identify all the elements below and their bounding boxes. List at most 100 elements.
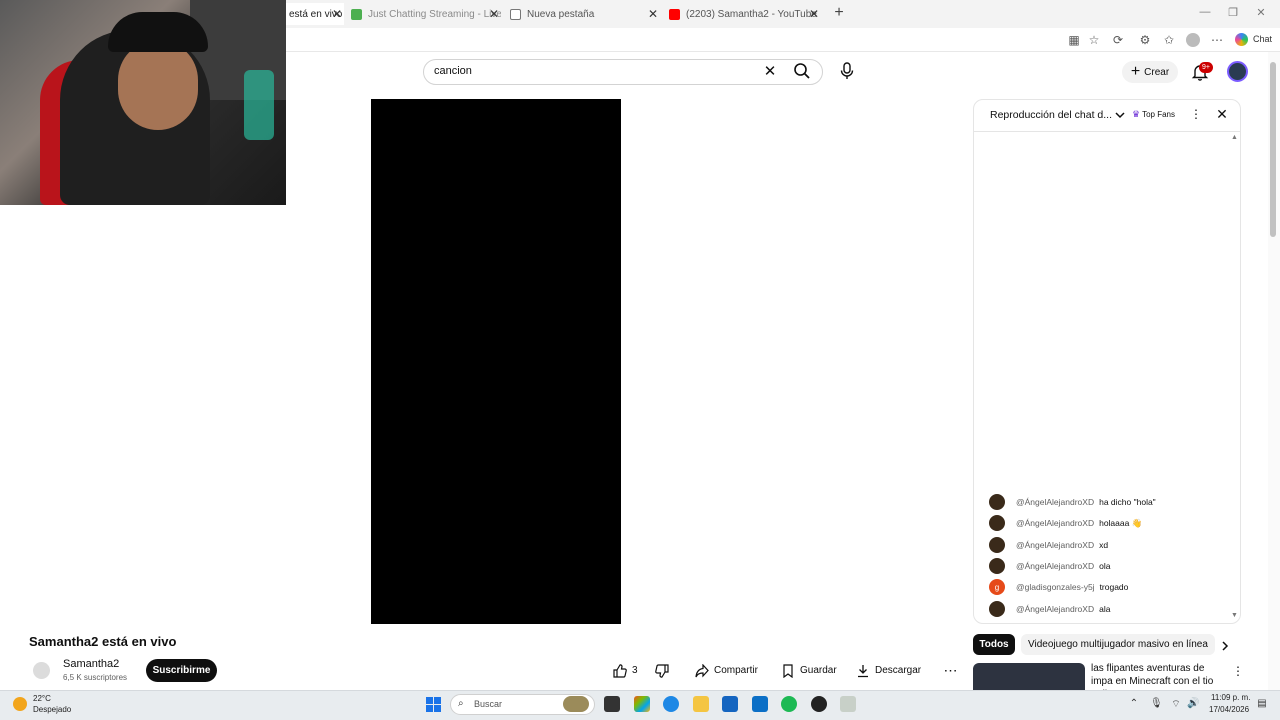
- new-tab-button[interactable]: +: [832, 4, 846, 22]
- chat-author[interactable]: @ÁngelAlejandroXD: [1016, 540, 1094, 550]
- dislike-button[interactable]: [650, 659, 674, 682]
- close-chat-icon[interactable]: ✕: [1214, 106, 1230, 123]
- chat-author-avatar[interactable]: [989, 601, 1005, 617]
- chat-author[interactable]: @ÁngelAlejandroXD: [1016, 497, 1094, 507]
- clear-search-icon[interactable]: ✕: [762, 62, 778, 80]
- copilot-chat-label[interactable]: Chat: [1253, 34, 1272, 44]
- chat-message: @ÁngelAlejandroXD ha dicho "hola": [989, 494, 1156, 510]
- tab-close-icon[interactable]: ✕: [330, 7, 344, 21]
- tray-microphone-icon[interactable]: 🎙: [1150, 698, 1163, 709]
- download-icon: [858, 664, 868, 677]
- tab-close-icon[interactable]: ✕: [487, 7, 501, 21]
- file-explorer-icon[interactable]: [693, 696, 709, 712]
- tab-label: Just Chatting Streaming - Live Str: [368, 8, 501, 20]
- channel-name[interactable]: Samantha2: [63, 658, 119, 670]
- spotify-icon[interactable]: [781, 696, 797, 712]
- reader-mode-icon[interactable]: ▦: [1067, 33, 1081, 47]
- browser-menu-icon[interactable]: ⋯: [1210, 33, 1224, 47]
- like-count: 3: [632, 665, 638, 676]
- account-avatar[interactable]: [1227, 61, 1248, 82]
- chat-author[interactable]: @ÁngelAlejandroXD: [1016, 518, 1094, 528]
- chat-author-avatar[interactable]: [989, 515, 1005, 531]
- chat-message: @ÁngelAlejandroXD holaaaa 👋: [989, 515, 1142, 531]
- task-view-icon[interactable]: [604, 696, 620, 712]
- share-button[interactable]: Compartir: [688, 659, 766, 682]
- chat-author-avatar[interactable]: [989, 558, 1005, 574]
- chat-scroll-up-icon[interactable]: ▲: [1231, 134, 1238, 141]
- windows-start-icon[interactable]: [426, 697, 441, 712]
- tab-samantha-youtube[interactable]: (2203) Samantha2 - YouTube ✕: [669, 3, 821, 25]
- maximize-icon[interactable]: ❐: [1226, 6, 1240, 19]
- subscribe-button[interactable]: Suscribirme: [146, 659, 217, 682]
- search-icon: ⌕: [458, 698, 464, 709]
- crown-icon: ♛: [1132, 109, 1141, 119]
- favorite-star-icon[interactable]: ☆: [1087, 33, 1101, 47]
- youtube-favicon-icon: [669, 8, 680, 20]
- chat-author-avatar[interactable]: g: [989, 579, 1005, 595]
- tab-just-chatting[interactable]: Just Chatting Streaming - Live Str ✕: [351, 3, 501, 25]
- chip-all[interactable]: Todos: [973, 634, 1015, 655]
- weather-description[interactable]: Despejado: [33, 705, 71, 714]
- wifi-icon[interactable]: ⌔: [1170, 698, 1182, 711]
- webcam-streamer-face: [118, 40, 198, 130]
- profile-icon[interactable]: [1186, 33, 1200, 47]
- like-button[interactable]: 3: [607, 659, 647, 682]
- top-fans-label: Top Fans: [1142, 110, 1175, 119]
- create-button[interactable]: + Crear: [1122, 61, 1178, 83]
- chevron-down-icon[interactable]: [1114, 110, 1126, 120]
- chat-scroll-down-icon[interactable]: ▼: [1231, 612, 1238, 619]
- microsoft-store-icon[interactable]: [722, 696, 738, 712]
- refresh-icon[interactable]: ⟳: [1111, 33, 1125, 47]
- weather-moon-icon[interactable]: [13, 697, 27, 711]
- volume-icon[interactable]: 🔊: [1187, 698, 1199, 709]
- download-button[interactable]: Descargar: [851, 659, 931, 682]
- tab-live-video[interactable]: está en vivo ✕: [286, 3, 344, 25]
- save-button[interactable]: Guardar: [775, 659, 843, 682]
- webcam-streamer-cap: [108, 12, 208, 52]
- app-icon[interactable]: [840, 696, 856, 712]
- weather-temperature[interactable]: 22°C: [33, 694, 51, 703]
- search-input[interactable]: cancion: [434, 65, 472, 77]
- recommended-video-thumbnail[interactable]: [973, 663, 1085, 690]
- tab-new-tab[interactable]: Nueva pestaña ✕: [510, 3, 660, 25]
- tab-close-icon[interactable]: ✕: [807, 7, 821, 21]
- chat-author-avatar[interactable]: [989, 537, 1005, 553]
- chevron-right-icon[interactable]: [1219, 640, 1231, 652]
- clock-date[interactable]: 17/04/2026: [1209, 705, 1249, 714]
- more-actions-icon[interactable]: ⋯: [939, 659, 962, 682]
- thumbs-down-icon: [655, 663, 669, 678]
- chat-more-options-icon[interactable]: ⋮: [1190, 107, 1202, 121]
- notification-center-icon[interactable]: ▤: [1256, 698, 1268, 709]
- chat-text: ola: [1099, 561, 1111, 571]
- chat-text: holaaaa 👋: [1099, 517, 1143, 528]
- chat-author-avatar[interactable]: [989, 494, 1005, 510]
- thumbs-up-icon: [613, 663, 627, 678]
- taskbar-search-placeholder[interactable]: Buscar: [474, 699, 502, 709]
- video-player[interactable]: [371, 99, 621, 624]
- microphone-icon[interactable]: [839, 62, 855, 80]
- chat-author[interactable]: @ÁngelAlejandroXD: [1016, 604, 1094, 614]
- obs-recording-icon[interactable]: [811, 696, 827, 712]
- copilot-icon[interactable]: [1235, 33, 1248, 46]
- chat-title[interactable]: Reproducción del chat d...: [990, 109, 1112, 121]
- search-icon[interactable]: [793, 62, 811, 80]
- edge-browser-icon[interactable]: [663, 696, 679, 712]
- chat-message: g @gladisgonzales-y5j trogado: [989, 579, 1128, 595]
- chat-author[interactable]: @gladisgonzales-y5j: [1016, 582, 1095, 592]
- tab-close-icon[interactable]: ✕: [646, 7, 660, 21]
- minimize-icon[interactable]: —: [1198, 6, 1212, 18]
- extensions-icon[interactable]: ⚙: [1138, 33, 1152, 47]
- tray-chevron-up-icon[interactable]: ⌃: [1128, 698, 1140, 709]
- top-fans-button[interactable]: ♛ Top Fans: [1132, 109, 1175, 120]
- copilot-app-icon[interactable]: [634, 696, 650, 712]
- favorites-icon[interactable]: ✩: [1162, 33, 1176, 47]
- notification-count-badge: 9+: [1199, 62, 1213, 73]
- page-scrollbar-thumb[interactable]: [1270, 62, 1276, 237]
- recommended-more-icon[interactable]: ⋮: [1232, 664, 1244, 678]
- channel-avatar[interactable]: [33, 662, 50, 679]
- clock-time[interactable]: 11:09 p. m.: [1211, 693, 1250, 702]
- chip-mmo-game[interactable]: Videojuego multijugador masivo en línea: [1021, 634, 1215, 655]
- close-window-icon[interactable]: ✕: [1254, 6, 1268, 19]
- outlook-icon[interactable]: [752, 696, 768, 712]
- chat-author[interactable]: @ÁngelAlejandroXD: [1016, 561, 1094, 571]
